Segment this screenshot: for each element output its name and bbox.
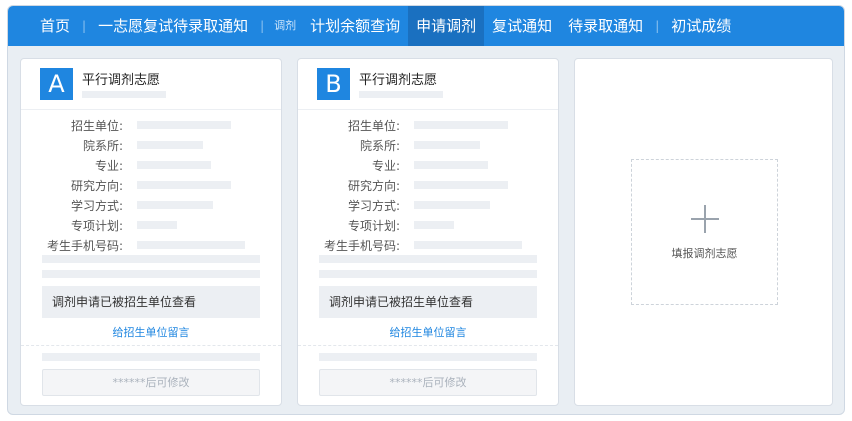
nav-pending-admission[interactable]: 待录取通知 — [560, 6, 651, 46]
nav-adjustment-label: 调剂 — [274, 19, 297, 32]
add-choice-label: 填报调剂志愿 — [671, 247, 738, 260]
placeholder-bar — [82, 91, 166, 98]
field-label-unit: 招生单位: — [347, 119, 400, 133]
choice-card-b: B 平行调剂志愿 招生单位: 院系所: 专业: 研究方向: 学习方式: 专项计划… — [297, 58, 559, 406]
field-label-unit: 招生单位: — [70, 119, 123, 133]
field-row: 研究方向: — [298, 175, 558, 195]
nav-retest-notice[interactable]: 复试通知 — [484, 6, 560, 46]
divider — [21, 109, 281, 110]
field-label-phone: 考生手机号码: — [46, 239, 123, 253]
placeholder-bar — [137, 121, 231, 129]
plus-icon — [691, 205, 719, 233]
placeholder-bar — [414, 221, 454, 229]
placeholder-bar — [137, 161, 211, 169]
top-navigation: 首页 | 一志愿复试待录取通知 | 调剂 计划余额查询 申请调剂 复试通知 待录… — [8, 6, 844, 46]
choice-badge: A — [40, 68, 73, 100]
placeholder-bar — [137, 141, 203, 149]
edit-button[interactable]: ******后可修改 — [319, 369, 537, 396]
field-row: 院系所: — [21, 135, 281, 155]
field-row: 学习方式: — [298, 195, 558, 215]
field-label-research: 研究方向: — [347, 179, 400, 193]
placeholder-bar — [319, 270, 537, 278]
field-label-special-plan: 专项计划: — [347, 219, 400, 233]
placeholder-bar — [414, 201, 490, 209]
choice-badge: B — [317, 68, 350, 100]
field-label-study-mode: 学习方式: — [70, 199, 123, 213]
status-notice: 调剂申请已被招生单位查看 — [42, 286, 260, 318]
card-title: 平行调剂志愿 — [82, 73, 161, 88]
placeholder-bar — [414, 141, 480, 149]
status-notice: 调剂申请已被招生单位查看 — [319, 286, 537, 318]
field-label-research: 研究方向: — [70, 179, 123, 193]
placeholder-bar — [42, 353, 260, 361]
add-choice-card: 填报调剂志愿 — [574, 58, 833, 406]
nav-initial-scores[interactable]: 初试成绩 — [663, 6, 739, 46]
dashed-divider — [298, 345, 558, 346]
placeholder-bar — [137, 241, 245, 249]
field-row: 院系所: — [298, 135, 558, 155]
field-row: 专项计划: — [21, 215, 281, 235]
field-row: 考生手机号码: — [21, 235, 281, 255]
field-row: 考生手机号码: — [298, 235, 558, 255]
message-unit-link[interactable]: 给招生单位留言 — [21, 324, 281, 340]
placeholder-bar — [359, 91, 443, 98]
card-title: 平行调剂志愿 — [359, 73, 438, 88]
nav-separator: | — [82, 19, 87, 33]
field-label-study-mode: 学习方式: — [347, 199, 400, 213]
nav-apply-adjustment[interactable]: 申请调剂 — [408, 6, 485, 46]
edit-button[interactable]: ******后可修改 — [42, 369, 260, 396]
field-row: 研究方向: — [21, 175, 281, 195]
nav-first-choice-admission[interactable]: 一志愿复试待录取通知 — [90, 6, 256, 46]
choice-card-a: A 平行调剂志愿 招生单位: 院系所: 专业: 研究方向: 学习方式: 专项计划… — [20, 58, 282, 406]
field-row: 招生单位: — [298, 115, 558, 135]
field-row: 学习方式: — [21, 195, 281, 215]
field-row: 专业: — [21, 155, 281, 175]
field-label-major: 专业: — [371, 159, 400, 173]
placeholder-bar — [137, 181, 231, 189]
main-panel: 首页 | 一志愿复试待录取通知 | 调剂 计划余额查询 申请调剂 复试通知 待录… — [7, 5, 845, 415]
field-label-department: 院系所: — [82, 139, 123, 153]
field-label-department: 院系所: — [359, 139, 400, 153]
field-label-phone: 考生手机号码: — [323, 239, 400, 253]
placeholder-bar — [137, 221, 177, 229]
placeholder-bar — [319, 353, 537, 361]
nav-separator: | — [655, 19, 660, 33]
nav-separator: | — [260, 19, 265, 33]
divider — [298, 109, 558, 110]
field-row: 专业: — [298, 155, 558, 175]
placeholder-bar — [319, 255, 537, 263]
placeholder-bar — [414, 121, 508, 129]
field-label-special-plan: 专项计划: — [70, 219, 123, 233]
nav-plan-balance[interactable]: 计划余额查询 — [302, 6, 408, 46]
placeholder-bar — [414, 241, 522, 249]
nav-home[interactable]: 首页 — [32, 6, 78, 46]
field-row: 招生单位: — [21, 115, 281, 135]
placeholder-bar — [42, 255, 260, 263]
dashed-divider — [21, 345, 281, 346]
placeholder-bar — [137, 201, 213, 209]
field-row: 专项计划: — [298, 215, 558, 235]
placeholder-bar — [414, 161, 488, 169]
add-choice-button[interactable]: 填报调剂志愿 — [631, 159, 778, 305]
message-unit-link[interactable]: 给招生单位留言 — [298, 324, 558, 340]
placeholder-bar — [414, 181, 508, 189]
placeholder-bar — [42, 270, 260, 278]
field-label-major: 专业: — [94, 159, 123, 173]
